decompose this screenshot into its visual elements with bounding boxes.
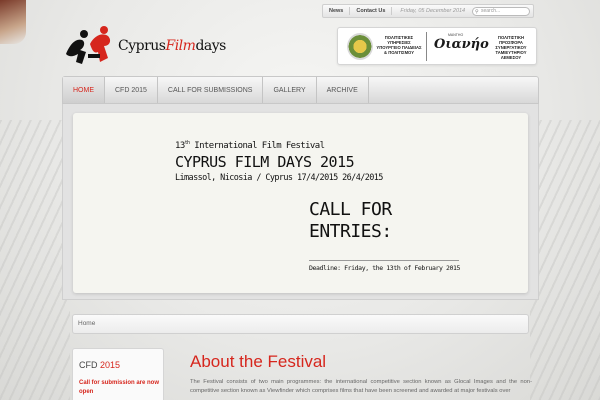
contact-us-link[interactable]: Contact Us [350,7,393,15]
sidebar-title: CFD 2015 [79,360,121,370]
side-decoration-right [530,120,600,400]
main-nav: HOME CFD 2015 CALL FOR SUBMISSIONS GALLE… [62,76,539,104]
news-link[interactable]: News [323,7,351,15]
film-figures-icon [66,26,111,64]
corner-photo [0,0,26,44]
side-decoration-left [0,120,70,400]
current-date: Friday, 05 December 2014 [400,8,466,14]
nav-home[interactable]: HOME [63,77,105,103]
banner-title: CYPRUS FILM DAYS 2015 [175,153,355,171]
bank-text: ΠΟΛΙΤΙΣΤΙΚΗ ΠΡΟΣΦΟΡΑ ΣΥΝΕΡΓΑΤΙΚΟΥ ΤΑΜΙΕΥ… [495,35,527,60]
breadcrumb-home[interactable]: Home [78,320,95,327]
banner-edition: 13th International Film Festival [175,140,325,151]
banner-deadline: Deadline: Friday, the 13th of February 2… [309,260,460,272]
nav-gallery[interactable]: GALLERY [263,77,317,103]
search-input[interactable]: ⚲ search... [472,7,530,16]
ministry-emblem-icon [347,33,373,60]
breadcrumb: Home [72,314,529,334]
top-bar: News Contact Us Friday, 05 December 2014… [322,4,534,18]
sidebar-cfd: CFD 2015 Call for submission are now ope… [72,348,164,400]
search-icon: ⚲ [475,9,479,15]
banner-call-for-entries: CALL FOR ENTRIES: [309,199,392,242]
banner-subtitle: Limassol, Nicosia / Cyprus 17/4/2015 26/… [175,173,383,183]
logo-wordmark: CyprusFilmdays [118,38,226,54]
nav-archive[interactable]: ARCHIVE [317,77,369,103]
sponsor-brand: Οιανήο [434,37,489,52]
submission-open-link[interactable]: Call for submission are now open [79,379,159,397]
site-logo[interactable]: CyprusFilmdays [62,22,226,70]
sponsor-banner[interactable]: ΠΟΛΙΤΙΣΤΙΚΕΣ ΥΠΗΡΕΣΙΕΣ ΥΠΟΥΡΓΕΙΟ ΠΑΙΔΕΙΑ… [337,27,537,65]
banner-container: 13th International Film Festival CYPRUS … [62,104,539,300]
sponsor-divider [426,32,427,61]
ministry-text: ΠΟΛΙΤΙΣΤΙΚΕΣ ΥΠΗΡΕΣΙΕΣ ΥΠΟΥΡΓΕΙΟ ΠΑΙΔΕΙΑ… [376,35,422,55]
about-text: The Festival consists of two main progra… [190,379,532,394]
page-title: About the Festival [190,352,327,371]
search-placeholder: search... [481,8,501,14]
nav-cfd-2015[interactable]: CFD 2015 [105,77,158,103]
nav-call-for-submissions[interactable]: CALL FOR SUBMISSIONS [158,77,264,103]
festival-banner[interactable]: 13th International Film Festival CYPRUS … [73,113,528,293]
